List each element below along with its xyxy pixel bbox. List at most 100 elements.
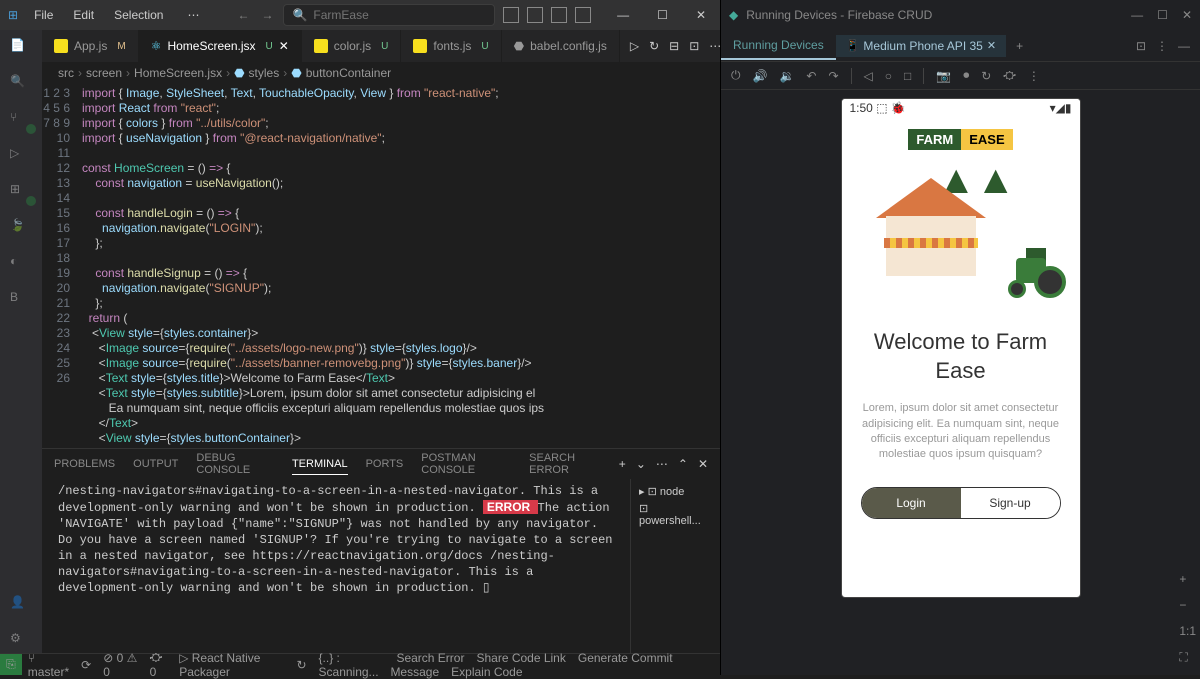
errors-count[interactable]: ⊘ 0 ⚠ 0	[97, 651, 143, 679]
close-icon[interactable]: ✕	[1182, 8, 1192, 22]
tab-color.js[interactable]: color.jsU	[302, 30, 402, 62]
device-tab[interactable]: 📱 Medium Phone API 35 ✕	[836, 35, 1006, 57]
mongodb-icon[interactable]: 🍃	[10, 218, 32, 240]
menu-edit[interactable]: Edit	[65, 4, 102, 26]
overview-icon[interactable]: □	[904, 69, 911, 83]
banner-image: ▲▲	[856, 158, 1066, 308]
layout-icon[interactable]	[503, 7, 519, 23]
running-devices-tab[interactable]: Running Devices	[721, 32, 836, 60]
menu-file[interactable]: File	[26, 4, 61, 26]
settings-icon[interactable]: ⛮	[1003, 68, 1016, 83]
signup-button[interactable]: Sign-up	[961, 488, 1060, 518]
status-item[interactable]: Explain Code	[445, 665, 528, 679]
terminal-list: ▸ ⊡ node⊡ powershell...	[630, 479, 720, 653]
more-menu-icon[interactable]: ⋯	[179, 4, 207, 26]
more-icon[interactable]: ⋯	[709, 39, 720, 53]
panel-tabs: PROBLEMS OUTPUT DEBUG CONSOLE TERMINAL PORTS…	[42, 449, 720, 479]
panel-tab-terminal[interactable]: TERMINAL	[292, 454, 348, 475]
js-icon	[54, 39, 68, 53]
maximize-panel-icon[interactable]: ⌃	[678, 457, 688, 471]
record-icon[interactable]: ⏺	[963, 68, 969, 83]
extensions-icon[interactable]: ⊞	[10, 182, 32, 204]
history-icon[interactable]: ↻	[649, 39, 659, 53]
run-debug-icon[interactable]: ▷	[10, 146, 32, 168]
account-icon[interactable]: 👤	[10, 595, 32, 617]
terminal-item[interactable]: ▸ ⊡ node	[635, 483, 716, 500]
window-icon[interactable]: ⊡	[1136, 39, 1146, 53]
chevron-down-icon[interactable]: ⌄	[636, 457, 646, 471]
more-icon[interactable]: ⋮	[1156, 39, 1168, 53]
fit-icon[interactable]: ⛶	[1179, 650, 1196, 665]
sync-icon[interactable]: ⟳	[75, 658, 97, 672]
layout-icon[interactable]	[551, 7, 567, 23]
close-tab-icon[interactable]: ✕	[279, 39, 289, 53]
hide-icon[interactable]: —	[1178, 39, 1190, 53]
tab-babel.config.js[interactable]: ⬣babel.config.js	[502, 30, 620, 62]
packager-status[interactable]: ▷ React Native Packager	[173, 651, 290, 679]
zoom-ratio[interactable]: 1:1	[1179, 624, 1196, 638]
panel-tab-debug-console[interactable]: DEBUG CONSOLE	[196, 448, 274, 480]
panel-tab-postman-console[interactable]: POSTMAN CONSOLE	[421, 448, 511, 480]
terminal-item[interactable]: ⊡ powershell...	[635, 500, 716, 529]
panel-tab-output[interactable]: OUTPUT	[133, 454, 178, 474]
back-icon[interactable]: ◁	[864, 69, 873, 83]
source-control-icon[interactable]: ⑂	[10, 110, 32, 132]
diff-icon[interactable]: ⊡	[689, 39, 699, 53]
rotate-right-icon[interactable]: ↷	[828, 69, 838, 83]
panel-tab-ports[interactable]: PORTS	[366, 454, 404, 474]
branch-indicator[interactable]: ⑂ master*	[22, 651, 75, 679]
close-icon[interactable]: ✕	[690, 6, 712, 24]
remote-icon[interactable]: ⎘	[0, 654, 22, 675]
layout-icon[interactable]	[527, 7, 543, 23]
nav-forward-icon[interactable]: →	[259, 6, 275, 24]
bold-icon[interactable]: B	[10, 290, 32, 312]
zoom-out-icon[interactable]: −	[1179, 598, 1196, 612]
home-icon[interactable]: ○	[885, 69, 892, 83]
device-screen[interactable]: 1:50 ⬚ 🐞 ▾◢▮ FARM EASE ▲▲ Welcome to Far…	[841, 98, 1081, 598]
search-input[interactable]	[313, 8, 486, 22]
rotate-left-icon[interactable]: ↶	[806, 69, 816, 83]
panel-tab-problems[interactable]: PROBLEMS	[54, 454, 115, 474]
command-center[interactable]: 🔍	[283, 4, 495, 26]
firebase-icon[interactable]: ◐	[10, 254, 32, 276]
vscode-logo-icon: ⊞	[8, 8, 18, 22]
volume-up-icon[interactable]: 🔊	[753, 69, 768, 83]
line-gutter: 1 2 3 4 5 6 7 8 9 10 11 12 13 14 15 16 1…	[42, 84, 82, 448]
panel-tab-search-error[interactable]: SEARCH ERROR	[529, 448, 601, 480]
more-icon[interactable]: ⋮	[1028, 69, 1040, 83]
add-device-icon[interactable]: +	[1006, 39, 1033, 53]
minimize-icon[interactable]: —	[1131, 8, 1143, 22]
reload-icon[interactable]: ↻	[981, 69, 991, 83]
power-icon[interactable]: ⏻	[731, 68, 741, 83]
code-editor[interactable]: import { Image, StyleSheet, Text, Toucha…	[82, 84, 660, 448]
js-icon	[413, 39, 427, 53]
login-button[interactable]: Login	[862, 488, 961, 518]
tab-HomeScreen.jsx[interactable]: ⚛HomeScreen.jsxU ✕	[139, 30, 302, 62]
split-icon[interactable]: ⊟	[669, 39, 679, 53]
close-panel-icon[interactable]: ✕	[698, 457, 708, 471]
maximize-icon[interactable]: ☐	[651, 6, 674, 24]
explorer-icon[interactable]: 📄	[10, 38, 32, 60]
new-terminal-icon[interactable]: +	[619, 457, 626, 471]
zoom-in-icon[interactable]: +	[1179, 572, 1196, 586]
volume-down-icon[interactable]: 🔉	[779, 69, 794, 83]
minimize-icon[interactable]: —	[611, 6, 635, 24]
more-icon[interactable]: ⋯	[656, 457, 668, 471]
status-item[interactable]: Search Error	[390, 651, 470, 665]
search-activity-icon[interactable]: 🔍	[10, 74, 32, 96]
nav-back-icon[interactable]: ←	[235, 6, 251, 24]
run-icon[interactable]: ▷	[630, 39, 639, 53]
status-item[interactable]: Share Code Link	[470, 651, 571, 665]
terminal-output[interactable]: /nesting-navigators#navigating-to-a-scre…	[42, 479, 630, 653]
maximize-icon[interactable]: ☐	[1157, 8, 1168, 22]
menu-selection[interactable]: Selection	[106, 4, 171, 26]
minimap[interactable]	[660, 84, 720, 448]
screenshot-icon[interactable]: 📷	[936, 69, 951, 83]
settings-icon[interactable]: ⚙	[10, 631, 32, 653]
tab-fonts.js[interactable]: fonts.jsU	[401, 30, 501, 62]
tab-App.js[interactable]: App.jsM	[42, 30, 139, 62]
android-studio-icon: ◆	[729, 8, 738, 22]
breadcrumb[interactable]: src ›screen ›HomeScreen.jsx ›⬣ styles ›⬣…	[42, 62, 720, 84]
layout-icon[interactable]	[575, 7, 591, 23]
scanning-status[interactable]: ↻	[290, 658, 312, 672]
